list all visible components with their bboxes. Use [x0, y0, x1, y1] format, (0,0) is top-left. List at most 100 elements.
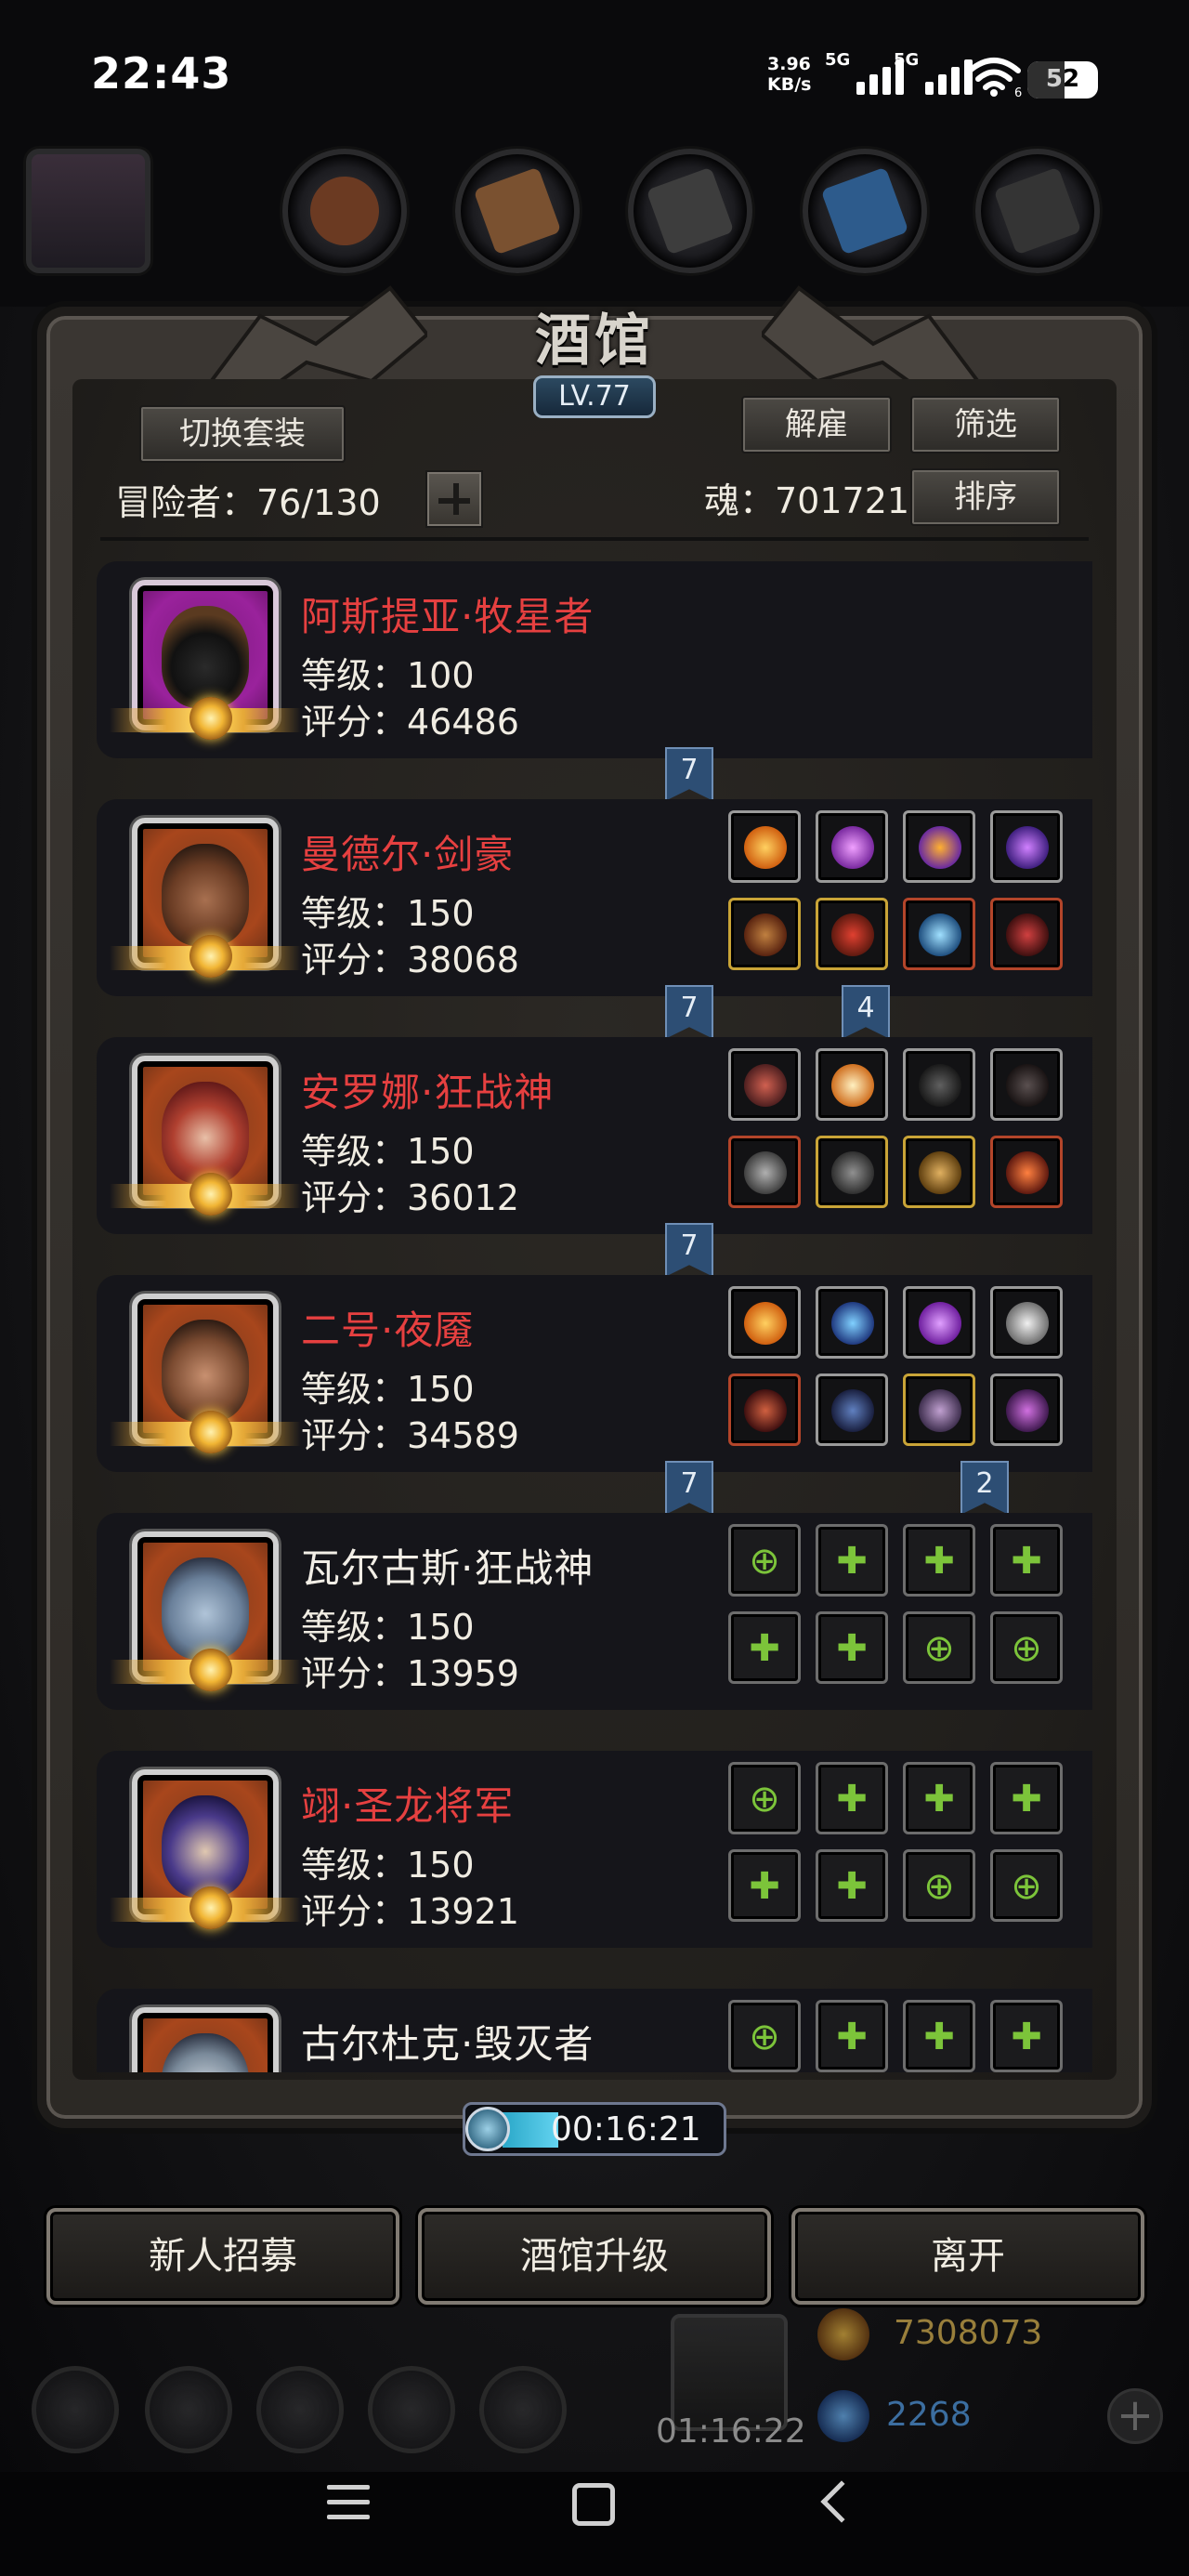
empty-slot-add-icon[interactable]: ✚ — [816, 1524, 888, 1597]
clock-icon — [465, 2107, 510, 2151]
upgrade-tavern-button[interactable]: 酒馆升级 — [418, 2208, 771, 2305]
hero-card[interactable]: 二号·夜魇 等级：150 评分：34589 — [97, 1275, 1092, 1472]
hero-name: 古尔杜克·毁灭者 — [301, 2021, 594, 2067]
empty-slot-add-icon[interactable]: ✚ — [728, 1611, 801, 1684]
orb-slot-icon[interactable] — [990, 810, 1063, 883]
gem-icon — [817, 2390, 869, 2442]
timer-progress — [503, 2112, 558, 2148]
feather-slot-icon[interactable] — [990, 1048, 1063, 1121]
tier-ribbon: 2 — [960, 1461, 1009, 1515]
star-medal-icon — [189, 1886, 232, 1929]
hero-menu-icon[interactable] — [145, 2366, 232, 2453]
axe-slot-icon[interactable] — [728, 1136, 801, 1208]
adventurer-count: 冒险者：76/130 — [115, 482, 381, 523]
sword-slot-icon[interactable] — [728, 898, 801, 970]
empty-slot-add-icon[interactable]: ⊕ — [903, 1849, 975, 1922]
tier-ribbon: 7 — [665, 1223, 713, 1277]
empty-slot-add-icon[interactable]: ✚ — [903, 1524, 975, 1597]
switch-outfit-button[interactable]: 切换套装 — [139, 405, 346, 463]
star-medal-icon — [189, 697, 232, 740]
sun-orb-slot-icon[interactable] — [816, 1048, 888, 1121]
hero-name: 曼德尔·剑豪 — [301, 832, 515, 877]
armor-slot-icon[interactable] — [816, 898, 888, 970]
empty-slot-add-icon[interactable]: ✚ — [816, 1762, 888, 1834]
hero-card[interactable]: 翊·圣龙将军 等级：150 评分：13921 ⊕ ✚ ✚ ✚ ✚ ✚ ⊕ ⊕ — [97, 1751, 1092, 1948]
spear-slot-icon[interactable] — [728, 1373, 801, 1446]
empty-slot-add-icon[interactable]: ✚ — [816, 1611, 888, 1684]
empty-slot-add-icon[interactable]: ✚ — [903, 2000, 975, 2072]
resource-slot-icon — [282, 149, 407, 273]
empty-slot-add-icon[interactable]: ✚ — [990, 1762, 1063, 1834]
empty-slot-add-icon[interactable]: ✚ — [728, 1849, 801, 1922]
hero-card[interactable]: 瓦尔古斯·狂战神 等级：150 评分：13959 ⊕ ✚ ✚ ✚ ✚ ✚ ⊕ ⊕ — [97, 1513, 1092, 1710]
skills-icon[interactable] — [256, 2366, 344, 2453]
iron-icon — [975, 149, 1100, 273]
home-icon[interactable] — [572, 2483, 615, 2526]
sort-button[interactable]: 排序 — [910, 468, 1061, 526]
empty-slot-add-icon[interactable]: ✚ — [903, 1762, 975, 1834]
shop-icon[interactable] — [479, 2366, 567, 2453]
hero-list[interactable]: 阿斯提亚·牧星者 等级：100 评分：46486 7 曼德尔·剑豪 等级：150… — [93, 556, 1100, 2072]
hero-score: 评分：46486 — [301, 702, 519, 743]
lantern-slot-icon[interactable] — [903, 810, 975, 883]
empty-slot-add-icon[interactable]: ⊕ — [728, 2000, 801, 2072]
hero-card[interactable]: 古尔杜克·毁灭者 ⊕ ✚ ✚ ✚ — [97, 1989, 1092, 2072]
hero-portrait — [110, 1056, 301, 1216]
hero-level: 等级：150 — [301, 1607, 475, 1648]
crystal-slot-icon[interactable] — [903, 1286, 975, 1359]
skull-slot-icon[interactable] — [903, 1373, 975, 1446]
empty-slot-add-icon[interactable]: ✚ — [816, 1849, 888, 1922]
relic-slot-icon[interactable] — [990, 1136, 1063, 1208]
dismiss-button[interactable]: 解雇 — [741, 396, 892, 453]
hero-portrait — [110, 818, 301, 978]
tavern-title: 酒馆 — [535, 309, 654, 374]
empty-slot-add-icon[interactable]: ✚ — [816, 2000, 888, 2072]
hero-score: 评分：13959 — [301, 1653, 519, 1694]
coat-slot-icon[interactable] — [816, 1373, 888, 1446]
empty-slot-add-icon[interactable]: ⊕ — [903, 1611, 975, 1684]
stone-slot-icon[interactable] — [903, 1048, 975, 1121]
hero-level: 等级：100 — [301, 655, 475, 696]
empty-slot-add-icon[interactable]: ⊕ — [728, 1524, 801, 1597]
hero-level: 等级：150 — [301, 1131, 475, 1172]
leave-button[interactable]: 离开 — [791, 2208, 1144, 2305]
recent-apps-icon[interactable] — [327, 2485, 370, 2524]
hero-card[interactable]: 安罗娜·狂战神 等级：150 评分：36012 — [97, 1037, 1092, 1234]
add-currency-button[interactable]: + — [1107, 2388, 1163, 2444]
empty-slot-add-icon[interactable]: ⊕ — [728, 1762, 801, 1834]
mask-slot-icon[interactable] — [990, 1373, 1063, 1446]
settings-icon[interactable] — [32, 2366, 119, 2453]
divider — [100, 537, 1089, 541]
pebble-slot-icon[interactable] — [990, 1286, 1063, 1359]
blade-slot-icon[interactable] — [816, 1286, 888, 1359]
empty-slot-add-icon[interactable]: ✚ — [990, 2000, 1063, 2072]
star-medal-icon — [189, 1649, 232, 1691]
hero-card[interactable]: 阿斯提亚·牧星者 等级：100 评分：46486 — [97, 561, 1092, 758]
hero-score: 评分：34589 — [301, 1415, 519, 1456]
empty-slot-add-icon[interactable]: ⊕ — [990, 1611, 1063, 1684]
svg-text:6: 6 — [1014, 86, 1022, 97]
gem-amount: 2268 — [886, 2396, 972, 2434]
chest-armor-slot-icon[interactable] — [816, 1136, 888, 1208]
filter-button[interactable]: 筛选 — [910, 396, 1061, 453]
clock: 22:43 — [91, 48, 232, 99]
hero-name: 瓦尔古斯·狂战神 — [301, 1545, 594, 1591]
recruit-button[interactable]: 新人招募 — [46, 2208, 399, 2305]
equipment-slots: ⊕ ✚ ✚ ✚ ✚ ✚ ⊕ ⊕ — [728, 1524, 1081, 1701]
hero-card[interactable]: 曼德尔·剑豪 等级：150 评分：38068 — [97, 799, 1092, 996]
add-capacity-button[interactable] — [425, 470, 483, 528]
gem-slot-icon[interactable] — [903, 898, 975, 970]
helmet-slot-icon[interactable] — [990, 898, 1063, 970]
equipment-slots — [728, 1286, 1081, 1463]
amulet-slot-icon[interactable] — [816, 810, 888, 883]
helm-slot-icon[interactable] — [728, 1048, 801, 1121]
equipment-slots — [728, 810, 1081, 987]
empty-slot-add-icon[interactable]: ⊕ — [990, 1849, 1063, 1922]
tier-ribbon: 7 — [665, 1461, 713, 1515]
crown-slot-icon[interactable] — [728, 1286, 801, 1359]
crown-slot-icon[interactable] — [728, 810, 801, 883]
staff-slot-icon[interactable] — [903, 1136, 975, 1208]
empty-slot-add-icon[interactable]: ✚ — [990, 1524, 1063, 1597]
hero-score: 评分：38068 — [301, 940, 519, 980]
mail-icon[interactable] — [368, 2366, 455, 2453]
